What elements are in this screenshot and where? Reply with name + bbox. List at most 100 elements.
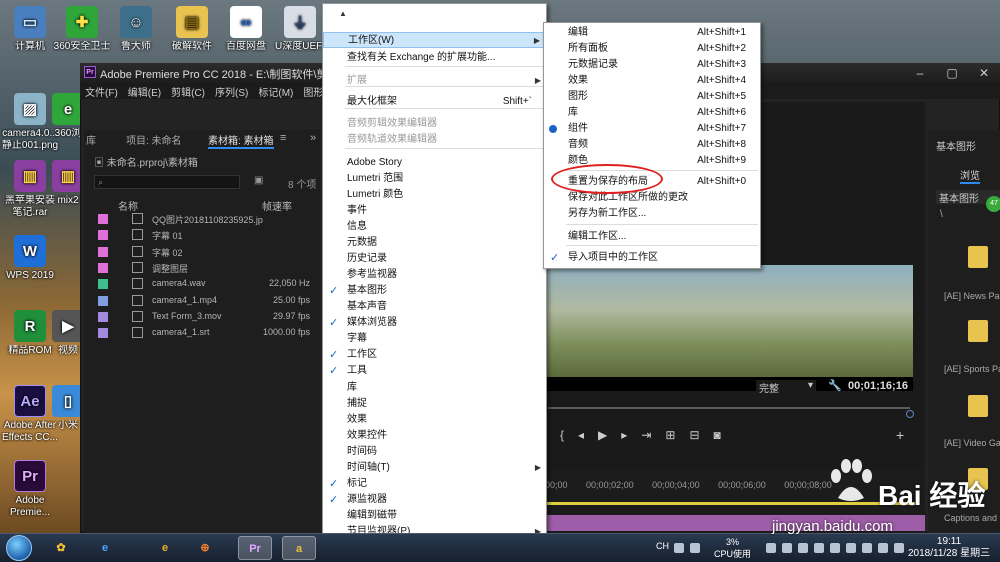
window-menu-item[interactable]: 最大化框架 Shift+` xyxy=(323,94,546,110)
workspace-menu-item[interactable]: 组件 Alt+Shift+7 xyxy=(544,121,760,137)
panel-menu-icon[interactable]: ≡ xyxy=(280,132,286,144)
window-menu-item[interactable]: 查找有关 Exchange 的扩展功能... xyxy=(323,50,546,66)
taskbar-premiere-icon[interactable]: Pr xyxy=(238,536,272,560)
desktop-icon-usb-uefi[interactable]: ⏚ U深度UEFI xyxy=(270,6,330,53)
window-menu-item[interactable]: 时间轴(T) ▶ xyxy=(323,460,546,476)
maximize-icon[interactable]: ▢ xyxy=(936,63,968,83)
timeline-ruler[interactable]: 00;00 00;00;02;00 00;00;04;00 00;00;06;0… xyxy=(545,480,832,490)
window-menu-item[interactable]: Lumetri 颜色 xyxy=(323,187,546,203)
tray-shield-icon[interactable] xyxy=(782,543,792,553)
go-to-out-icon[interactable]: ⇥ xyxy=(641,428,665,442)
wrench-icon[interactable]: 🔧 xyxy=(828,379,842,392)
taskbar-app-icon[interactable]: a xyxy=(282,536,316,560)
tray-usb-icon[interactable] xyxy=(830,543,840,553)
window-menu-item[interactable]: 工作区(W) ▶ xyxy=(323,32,546,48)
template-folder-icon[interactable] xyxy=(968,246,988,268)
taskbar-clock[interactable]: 19:11 2018/11/28 星期三 xyxy=(908,536,990,560)
project-item-row[interactable]: camera4_1.mp4 25.00 fps xyxy=(94,293,314,309)
playhead-timecode[interactable]: 00;01;16;16 xyxy=(848,380,908,392)
window-menu-item[interactable]: 库 xyxy=(323,380,546,396)
label-color-swatch[interactable] xyxy=(98,246,108,257)
workspace-menu-item[interactable]: 所有面板 Alt+Shift+2 xyxy=(544,41,760,57)
project-item-row[interactable]: 调整图层 xyxy=(94,260,314,276)
start-button[interactable] xyxy=(6,535,32,561)
project-item-row[interactable]: QQ图片20181108235925.jp xyxy=(94,211,314,227)
panel-overflow-icon[interactable]: » xyxy=(310,132,316,144)
export-frame-icon[interactable]: ◙ xyxy=(714,428,735,442)
menu-file[interactable]: 文件(F) xyxy=(80,83,123,100)
workspace-menu-item[interactable]: 另存为新工作区... xyxy=(544,206,760,222)
step-back-icon[interactable]: ◂ xyxy=(578,428,598,442)
project-item-row[interactable]: 字幕 02 xyxy=(94,244,314,260)
desktop-icon-premiere[interactable]: Pr Adobe Premie... xyxy=(0,460,60,519)
tray-temperature-icon[interactable] xyxy=(814,543,824,553)
desktop-icon-wps[interactable]: W WPS 2019 xyxy=(0,235,60,282)
add-button-icon[interactable]: + xyxy=(896,427,904,443)
desktop-icon-ludashi[interactable]: ☺ 鲁大师 xyxy=(106,6,166,53)
window-menu-item[interactable]: 效果 xyxy=(323,412,546,428)
window-menu-item[interactable]: 历史记录 xyxy=(323,251,546,267)
project-item-row[interactable]: camera4_1.srt 1000.00 fps xyxy=(94,325,314,341)
new-bin-icon[interactable]: ▣ xyxy=(254,175,263,186)
tray-ime-icon[interactable] xyxy=(798,543,808,553)
window-menu-item[interactable]: 元数据 xyxy=(323,235,546,251)
project-item-row[interactable]: 字幕 01 xyxy=(94,227,314,243)
menu-edit[interactable]: 编辑(E) xyxy=(123,83,166,100)
ime-indicator[interactable]: CH xyxy=(656,541,669,551)
window-menu-item[interactable]: 参考监视器 xyxy=(323,267,546,283)
label-color-swatch[interactable] xyxy=(98,214,108,224)
window-menu-item[interactable]: ✓ 媒体浏览器 xyxy=(323,315,546,331)
desktop-icon-computer[interactable]: ▭ 计算机 xyxy=(0,6,60,53)
window-menu-item[interactable]: ✓ 工作区 xyxy=(323,347,546,363)
tab-bin[interactable]: 素材箱: 素材箱 xyxy=(208,132,274,149)
window-menu-item[interactable]: 基本声音 xyxy=(323,299,546,315)
tray-keyboard-icon[interactable] xyxy=(674,543,684,553)
tray-network-icon[interactable] xyxy=(766,543,776,553)
tray-monitor-icon[interactable] xyxy=(846,543,856,553)
window-menu-item[interactable]: 事件 xyxy=(323,203,546,219)
workspace-menu-item[interactable]: 编辑 Alt+Shift+1 xyxy=(544,25,760,41)
workspace-menu-item[interactable]: 编辑工作区... xyxy=(544,229,760,245)
project-item-row[interactable]: Text Form_3.mov 29.97 fps xyxy=(94,309,314,325)
tab-browse[interactable]: 浏览 xyxy=(960,167,980,184)
desktop-icon-crack-software[interactable]: ▤ 破解软件 xyxy=(162,6,222,53)
workspace-menu-item[interactable]: 库 Alt+Shift+6 xyxy=(544,105,760,121)
workspace-menu-item[interactable]: 元数据记录 Alt+Shift+3 xyxy=(544,57,760,73)
window-menu-item[interactable]: 捕捉 xyxy=(323,396,546,412)
template-folder-icon[interactable] xyxy=(968,320,988,342)
taskbar-ie-icon[interactable]: e xyxy=(88,536,122,560)
extract-icon[interactable]: ⊟ xyxy=(689,428,713,442)
label-color-swatch[interactable] xyxy=(98,328,108,339)
taskbar-360-icon[interactable]: ✿ xyxy=(44,536,78,560)
menu-sequence[interactable]: 序列(S) xyxy=(210,83,253,100)
step-forward-icon[interactable]: ▸ xyxy=(621,428,641,442)
label-color-swatch[interactable] xyxy=(98,262,108,273)
template-folder-icon[interactable] xyxy=(968,395,988,417)
template-label[interactable]: [AE] News Pac xyxy=(944,291,1000,301)
window-menu-item[interactable]: ✓ 源监视器 xyxy=(323,492,546,508)
workspace-menu-item[interactable]: 保存对此工作区所做的更改 xyxy=(544,190,760,206)
mark-in-icon[interactable]: { xyxy=(560,428,578,442)
tray-help-icon[interactable] xyxy=(690,543,700,553)
window-menu-item[interactable]: ✓ 标记 xyxy=(323,476,546,492)
window-menu-item[interactable]: ✓ 基本图形 xyxy=(323,283,546,299)
minimize-icon[interactable]: – xyxy=(904,63,936,83)
workspace-menu-item[interactable]: ✓ 导入项目中的工作区 xyxy=(544,250,760,266)
window-menu-item[interactable]: Lumetri 范围 xyxy=(323,171,546,187)
template-label[interactable]: Captions and Su xyxy=(944,513,1000,523)
project-item-row[interactable]: camera4.wav 22,050 Hz xyxy=(94,276,314,292)
menu-clip[interactable]: 剪辑(C) xyxy=(166,83,210,100)
window-menu-item[interactable]: ✓ 工具 xyxy=(323,363,546,379)
label-color-swatch[interactable] xyxy=(98,295,108,306)
lift-icon[interactable]: ⊞ xyxy=(665,428,689,442)
label-color-swatch[interactable] xyxy=(98,279,108,290)
workspace-menu-item[interactable]: 效果 Alt+Shift+4 xyxy=(544,73,760,89)
workspace-menu-item[interactable]: 图形 Alt+Shift+5 xyxy=(544,89,760,105)
tab-libraries[interactable]: 库 xyxy=(86,132,96,147)
window-menu-item[interactable]: 时间码 xyxy=(323,444,546,460)
desktop-icon-360-safe[interactable]: ✚ 360安全卫士 xyxy=(52,6,112,53)
template-label[interactable]: [AE] Video Gam xyxy=(944,438,1000,448)
tray-network-status-icon[interactable] xyxy=(878,543,888,553)
close-icon[interactable]: ✕ xyxy=(968,63,1000,83)
project-search-input[interactable]: ⌕ xyxy=(94,175,240,189)
